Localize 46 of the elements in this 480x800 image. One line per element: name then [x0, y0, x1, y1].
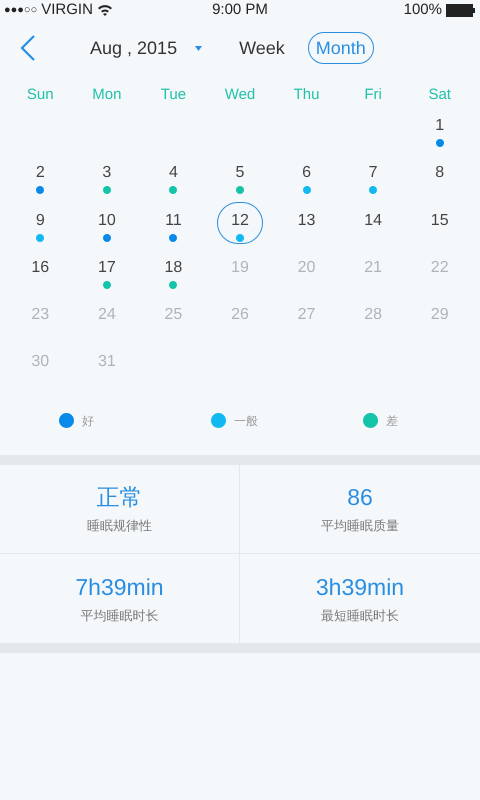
weekday-label: Sat	[428, 84, 451, 105]
day-number[interactable]: 11	[165, 210, 182, 231]
legend-label: 一般	[234, 412, 259, 430]
view-tab[interactable]: Week	[238, 32, 286, 64]
weekday-label: Fri	[364, 84, 382, 105]
day-number[interactable]: 15	[430, 210, 449, 231]
day-number[interactable]: 16	[31, 258, 50, 278]
day-number[interactable]: 8	[435, 163, 444, 184]
legend-label: 差	[386, 412, 399, 430]
day-number[interactable]: 1	[435, 116, 444, 136]
weekday-label: Wed	[224, 84, 256, 105]
day-number[interactable]: 13	[298, 210, 316, 231]
battery-icon	[446, 4, 476, 16]
month-label: Aug , 2015	[90, 36, 178, 60]
stat-value: 3h39min	[316, 572, 404, 602]
stat-label: 平均睡眠质量	[321, 517, 399, 536]
legend-label: 好	[82, 412, 95, 430]
day-number[interactable]: 4	[168, 163, 178, 184]
wifi-icon	[96, 4, 113, 16]
weekday-label: Sun	[26, 84, 54, 105]
day-number[interactable]: 5	[236, 163, 244, 184]
back-button[interactable]	[18, 34, 38, 62]
stat-label: 睡眠规律性	[87, 517, 152, 536]
weekday-label: Thu	[294, 84, 320, 105]
clock-time: 9:00 PM	[212, 0, 268, 20]
carrier-name: VIRGIN	[41, 0, 93, 20]
stat-value: 正常	[96, 483, 142, 512]
weekday-label: Tue	[160, 84, 186, 105]
day-number[interactable]: 10	[98, 210, 116, 231]
day-number[interactable]: 14	[364, 210, 382, 231]
stat-label: 平均睡眠时长	[80, 606, 158, 625]
stat-value: 86	[347, 483, 373, 512]
day-number[interactable]: 2	[36, 163, 45, 184]
day-number[interactable]: 6	[302, 163, 312, 184]
signal-strength: ●●●○○	[4, 2, 38, 18]
weekday-label: Mon	[92, 84, 122, 105]
day-number[interactable]: 12	[231, 210, 249, 231]
battery-percent: 100%	[404, 0, 442, 20]
stat-value: 7h39min	[75, 572, 164, 602]
day-number[interactable]: 17	[98, 258, 116, 278]
stat-label: 最短睡眠时长	[321, 606, 399, 625]
day-number[interactable]: 9	[36, 210, 45, 231]
day-number[interactable]: 7	[368, 163, 378, 184]
dropdown-caret-icon[interactable]	[195, 46, 202, 50]
day-number[interactable]: 3	[102, 163, 112, 184]
day-number[interactable]: 18	[164, 258, 182, 278]
